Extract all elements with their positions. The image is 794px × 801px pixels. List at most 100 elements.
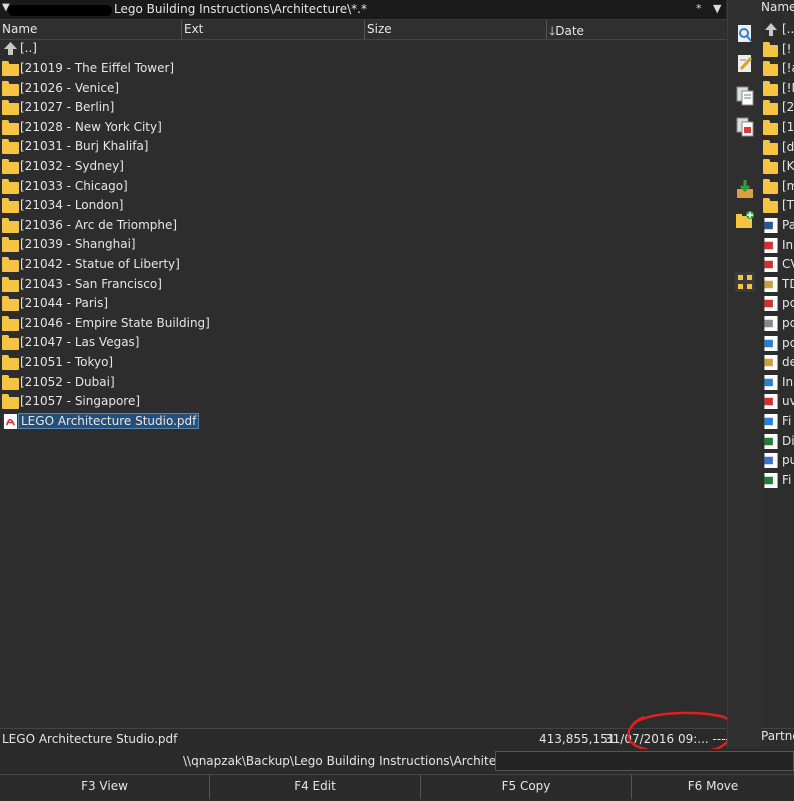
right-file-row[interactable]: CV bbox=[763, 255, 794, 274]
folder-row[interactable]: [21057 - Singapore] bbox=[0, 392, 726, 411]
column-ext[interactable]: Ext bbox=[184, 22, 203, 36]
document-icon bbox=[763, 355, 779, 371]
folder-name: [21034 - London] bbox=[20, 198, 124, 213]
folder-icon bbox=[2, 178, 19, 194]
right-folder-row[interactable]: [! bbox=[763, 40, 794, 59]
status-file-size: 413,855,151 bbox=[539, 732, 616, 746]
search-icon[interactable] bbox=[735, 24, 755, 44]
document-icon bbox=[763, 276, 779, 292]
right-file-row[interactable]: de bbox=[763, 353, 794, 372]
right-row-label: [! bbox=[782, 41, 792, 56]
file-row-selected[interactable]: LEGO Architecture Studio.pdf bbox=[0, 412, 726, 431]
right-folder-row[interactable]: [2 bbox=[763, 98, 794, 117]
right-folder-row[interactable]: [K bbox=[763, 157, 794, 176]
right-folder-row[interactable]: [!M bbox=[763, 79, 794, 98]
folder-icon bbox=[763, 120, 779, 135]
right-file-row[interactable]: TD bbox=[763, 275, 794, 294]
f6-move-button[interactable]: F6 Move bbox=[632, 775, 794, 799]
folder-row[interactable]: [21051 - Tokyo] bbox=[0, 353, 726, 372]
command-input[interactable] bbox=[495, 751, 794, 771]
parent-directory-row[interactable]: [..] bbox=[0, 39, 726, 58]
right-file-row[interactable]: uv bbox=[763, 392, 794, 411]
folder-row[interactable]: [21031 - Burj Khalifa] bbox=[0, 137, 726, 156]
right-row-label: Di bbox=[782, 433, 794, 448]
copy-icon[interactable] bbox=[735, 86, 755, 106]
copy-paste-icon[interactable] bbox=[735, 117, 755, 137]
folder-row[interactable]: [21019 - The Eiffel Tower] bbox=[0, 59, 726, 78]
right-file-row[interactable]: pu bbox=[763, 451, 794, 470]
folder-icon bbox=[2, 80, 19, 96]
f4-edit-button[interactable]: F4 Edit bbox=[210, 775, 421, 799]
path-bar[interactable]: ▼ Lego Building Instructions\Architectur… bbox=[0, 0, 726, 20]
column-name[interactable]: Name bbox=[2, 22, 37, 36]
command-prompt-path: \\qnapzak\Backup\Lego Building Instructi… bbox=[183, 754, 538, 768]
folder-icon bbox=[2, 61, 19, 76]
folder-icon bbox=[763, 61, 779, 77]
right-file-row[interactable]: In bbox=[763, 373, 794, 392]
download-icon[interactable] bbox=[735, 179, 755, 199]
right-folder-row[interactable]: [T bbox=[763, 196, 794, 215]
right-status-bar: Partne bbox=[761, 728, 794, 749]
right-file-row[interactable]: Fi bbox=[763, 412, 794, 431]
right-row-label: pu bbox=[782, 453, 794, 468]
image-icon bbox=[763, 374, 779, 390]
right-row-label: [2 bbox=[782, 100, 794, 115]
right-row-label: In bbox=[782, 237, 794, 252]
right-file-row[interactable]: In bbox=[763, 236, 794, 255]
folder-row[interactable]: [21046 - Empire State Building] bbox=[0, 314, 726, 333]
folder-row[interactable]: [21026 - Venice] bbox=[0, 79, 726, 98]
column-divider[interactable] bbox=[364, 20, 365, 39]
right-file-row[interactable]: Pa bbox=[763, 216, 794, 235]
grid-icon[interactable] bbox=[735, 272, 755, 292]
pdf-icon bbox=[763, 394, 779, 410]
folder-icon bbox=[2, 335, 19, 351]
folder-row[interactable]: [21032 - Sydney] bbox=[0, 157, 726, 176]
folder-row[interactable]: [21039 - Shanghai] bbox=[0, 235, 726, 254]
right-row-label: pc bbox=[782, 296, 794, 311]
folder-icon bbox=[763, 139, 779, 155]
edit-icon[interactable] bbox=[735, 54, 755, 74]
right-folder-row[interactable]: [d bbox=[763, 138, 794, 157]
folder-name: [21044 - Paris] bbox=[20, 296, 109, 311]
folder-name: [21019 - The Eiffel Tower] bbox=[20, 61, 175, 75]
folder-row[interactable]: [21036 - Arc de Triomphe] bbox=[0, 216, 726, 235]
folder-row[interactable]: [21047 - Las Vegas] bbox=[0, 333, 726, 352]
folder-row[interactable]: [21042 - Statue of Liberty] bbox=[0, 255, 726, 274]
folder-row[interactable]: [21043 - San Francisco] bbox=[0, 275, 726, 294]
folder-row[interactable]: [21052 - Dubai] bbox=[0, 373, 726, 392]
folder-name: [21052 - Dubai] bbox=[20, 374, 115, 389]
right-column-name[interactable]: Name bbox=[761, 0, 794, 15]
right-folder-row[interactable]: [1 bbox=[763, 118, 794, 137]
right-row-label: Fi bbox=[782, 472, 792, 487]
column-divider[interactable] bbox=[181, 20, 182, 39]
new-folder-icon[interactable] bbox=[735, 210, 755, 230]
folder-row[interactable]: [21044 - Paris] bbox=[0, 294, 726, 313]
column-size[interactable]: Size bbox=[367, 22, 392, 36]
folder-icon bbox=[2, 394, 19, 410]
right-file-row[interactable]: pc bbox=[763, 294, 794, 313]
right-folder-row[interactable]: [m bbox=[763, 177, 794, 196]
right-file-row[interactable]: Fi bbox=[763, 471, 794, 490]
right-file-row[interactable]: Di bbox=[763, 432, 794, 451]
folder-icon bbox=[763, 198, 779, 214]
f3-view-button[interactable]: F3 View bbox=[0, 775, 210, 799]
folder-row[interactable]: [21034 - London] bbox=[0, 196, 726, 215]
right-file-row[interactable]: pc bbox=[763, 334, 794, 353]
filter-dropdown[interactable]: * ▼ bbox=[696, 2, 724, 17]
folder-icon bbox=[763, 100, 779, 116]
right-file-row[interactable]: pc bbox=[763, 314, 794, 333]
f5-copy-button[interactable]: F5 Copy bbox=[421, 775, 632, 799]
right-folder-row[interactable]: [..] bbox=[763, 20, 794, 39]
folder-name: [21036 - Arc de Triomphe] bbox=[20, 217, 178, 232]
pdf-icon bbox=[763, 237, 779, 253]
filter-value: * bbox=[696, 2, 702, 15]
folder-row[interactable]: [21028 - New York City] bbox=[0, 118, 726, 137]
column-divider[interactable] bbox=[546, 20, 547, 39]
folder-name: [21033 - Chicago] bbox=[20, 178, 128, 193]
folder-row[interactable]: [21033 - Chicago] bbox=[0, 177, 726, 196]
right-folder-row[interactable]: [!a bbox=[763, 59, 794, 78]
folder-icon bbox=[763, 159, 779, 175]
folder-name: [21031 - Burj Khalifa] bbox=[20, 139, 149, 154]
function-key-bar: F3 View F4 Edit F5 Copy F6 Move bbox=[0, 774, 794, 801]
folder-row[interactable]: [21027 - Berlin] bbox=[0, 98, 726, 117]
